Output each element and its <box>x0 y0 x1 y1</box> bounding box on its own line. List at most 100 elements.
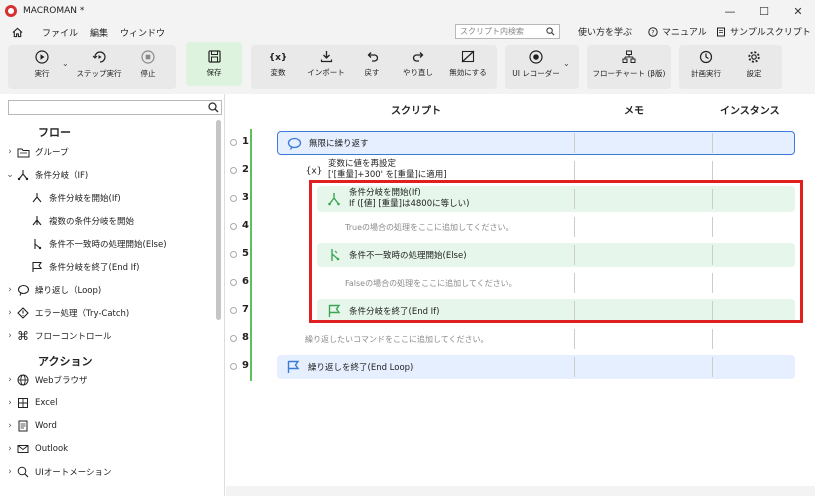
flowchart-button[interactable]: フローチャート (β版) <box>590 42 668 86</box>
run-button[interactable]: 実行 <box>16 42 68 86</box>
line-number: 6 <box>242 276 249 287</box>
sidebar-item-if[interactable]: ⌄ 条件分岐（IF) <box>4 165 88 185</box>
samples-link[interactable]: サンプルスクリプト <box>716 25 811 38</box>
line-number: 8 <box>242 332 249 343</box>
status-bar <box>250 353 252 381</box>
chevron-right-icon[interactable]: › <box>4 467 16 477</box>
script-search-input[interactable]: スクリプト内検索 <box>455 24 560 39</box>
command-icon: ⌘ <box>17 329 29 343</box>
variable-button[interactable]: {x} 変数 <box>256 42 300 86</box>
chevron-right-icon[interactable]: › <box>4 444 16 454</box>
menu-edit[interactable]: 編集 <box>90 26 108 39</box>
undo-button[interactable]: 戻す <box>352 42 392 86</box>
menu-file[interactable]: ファイル <box>42 26 78 39</box>
sidebar-item-outlook[interactable]: › Outlook <box>4 439 68 459</box>
disable-button[interactable]: 無効にする <box>444 42 492 86</box>
script-row[interactable]: 9 繰り返しを終了(End Loop) <box>226 353 806 381</box>
sidebar-item-try-catch[interactable]: › エラー処理（Try-Catch) <box>4 303 129 323</box>
sidebar-item-loop[interactable]: › 繰り返し（Loop) <box>4 280 101 300</box>
column-separator <box>712 133 713 153</box>
breakpoint-toggle[interactable] <box>230 307 237 314</box>
flow-category-header: フロー <box>38 126 71 139</box>
svg-text:{x}: {x} <box>306 167 322 177</box>
home-icon[interactable] <box>10 25 24 39</box>
script-row[interactable]: 8 繰り返したいコマンドをここに追加してください。 <box>226 325 806 353</box>
import-button[interactable]: インポート <box>302 42 350 86</box>
import-icon <box>320 51 332 63</box>
sidebar-item-multi-if[interactable]: 複数の条件分岐を開始 <box>30 211 134 231</box>
sidebar-item-label: グループ <box>35 148 69 158</box>
chevron-right-icon[interactable]: › <box>4 331 16 341</box>
loop-start-label: 無限に繰り返す <box>309 139 369 149</box>
breakpoint-toggle[interactable] <box>230 195 237 202</box>
stop-button[interactable]: 停止 <box>126 42 170 86</box>
sidebar-item-end-if[interactable]: 条件分岐を終了(End If) <box>30 257 140 277</box>
sidebar-item-word[interactable]: › Word <box>4 416 57 436</box>
line-number: 7 <box>242 304 249 315</box>
settings-button[interactable]: 設定 <box>732 42 776 86</box>
sidebar-item-if-start[interactable]: 条件分岐を開始(If) <box>30 188 121 208</box>
horizontal-scrollbar[interactable] <box>226 486 815 496</box>
chevron-right-icon[interactable]: › <box>4 398 16 408</box>
chevron-right-icon[interactable]: › <box>4 285 16 295</box>
sidebar-item-web-browser[interactable]: › Webブラウザ <box>4 370 88 390</box>
recorder-dropdown-icon[interactable]: ⌄ <box>563 59 570 68</box>
column-separator <box>574 161 575 181</box>
column-separator <box>574 133 575 153</box>
save-button[interactable]: 保存 <box>186 42 242 86</box>
schedule-button[interactable]: 計画実行 <box>682 42 730 86</box>
status-bar <box>250 297 252 325</box>
chevron-down-icon[interactable]: ⌄ <box>4 170 16 180</box>
script-row[interactable]: 1 無限に繰り返す <box>226 129 806 157</box>
window-controls: — ☐ ✕ <box>713 0 815 22</box>
menu-window[interactable]: ウィンドウ <box>120 26 165 39</box>
line-number: 4 <box>242 220 249 231</box>
breakpoint-toggle[interactable] <box>230 335 237 342</box>
chevron-right-icon[interactable]: › <box>4 375 16 385</box>
record-icon <box>529 49 543 64</box>
maximize-button[interactable]: ☐ <box>747 0 781 22</box>
sidebar-item-group[interactable]: › グループ <box>4 142 69 162</box>
redo-label: やり直し <box>403 68 433 77</box>
breakpoint-toggle[interactable] <box>230 167 237 174</box>
sidebar-item-label: 条件不一致時の処理開始(Else) <box>49 240 167 250</box>
breakpoint-toggle[interactable] <box>230 139 237 146</box>
memo-column-header: メモ <box>624 106 644 117</box>
action-category-header: アクション <box>38 355 93 368</box>
manual-link[interactable]: ? マニュアル <box>648 25 707 38</box>
learn-link[interactable]: 使い方を学ぶ <box>578 25 632 38</box>
loop-body-placeholder[interactable]: 繰り返したいコマンドをここに追加してください。 <box>305 334 489 345</box>
sidebar-item-label: 条件分岐を終了(End If) <box>49 263 140 273</box>
minimize-button[interactable]: — <box>713 0 747 22</box>
breakpoint-toggle[interactable] <box>230 279 237 286</box>
mail-icon <box>16 442 30 456</box>
chevron-right-icon[interactable]: › <box>4 421 16 431</box>
breakpoint-toggle[interactable] <box>230 223 237 230</box>
ui-recorder-button[interactable]: UI レコーダー <box>510 42 562 86</box>
breakpoint-toggle[interactable] <box>230 363 237 370</box>
step-run-button[interactable]: ステップ実行 <box>74 42 124 86</box>
sidebar-item-label: エラー処理（Try-Catch) <box>35 309 130 319</box>
sidebar-item-excel[interactable]: › Excel <box>4 393 58 413</box>
script-search-placeholder: スクリプト内検索 <box>460 27 524 36</box>
action-search-input[interactable] <box>8 100 222 115</box>
sidebar-item-flow-control[interactable]: › ⌘ フローコントロール <box>4 326 111 346</box>
sidebar-item-else[interactable]: 条件不一致時の処理開始(Else) <box>30 234 167 254</box>
run-label: 実行 <box>34 68 50 78</box>
loop-start-block[interactable]: 無限に繰り返す <box>277 131 795 155</box>
chevron-right-icon[interactable]: › <box>4 308 16 318</box>
run-dropdown-icon[interactable]: ⌄ <box>62 59 69 68</box>
redo-button[interactable]: やり直し <box>396 42 440 86</box>
line-number: 1 <box>242 136 249 147</box>
close-button[interactable]: ✕ <box>781 0 815 22</box>
sample-script-icon <box>717 27 725 36</box>
ui-recorder-label: UI レコーダー <box>512 68 560 78</box>
set-variable-title: 変数に値を再設定 <box>328 159 397 169</box>
play-icon <box>35 49 49 64</box>
chevron-right-icon[interactable]: › <box>4 147 16 157</box>
sidebar-scrollbar[interactable] <box>216 120 221 320</box>
breakpoint-toggle[interactable] <box>230 251 237 258</box>
loop-end-block[interactable]: 繰り返しを終了(End Loop) <box>277 355 795 379</box>
sidebar-item-ui-automation[interactable]: › UIオートメーション <box>4 462 112 482</box>
line-number: 3 <box>242 192 249 203</box>
